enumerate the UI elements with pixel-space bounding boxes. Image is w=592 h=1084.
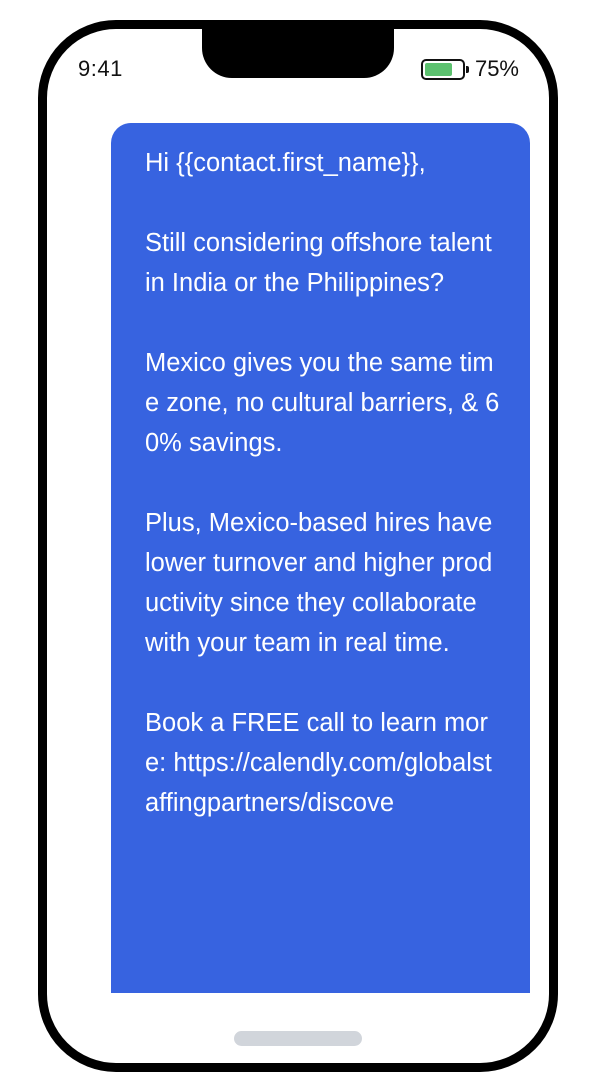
message-paragraph: Still considering offshore talent in Ind…: [145, 229, 492, 297]
status-time: 9:41: [78, 56, 123, 81]
battery-fill: [424, 62, 452, 76]
home-indicator[interactable]: [234, 1031, 362, 1046]
battery-status: 75%: [420, 56, 519, 82]
battery-icon: [420, 58, 469, 80]
battery-percent: 75%: [474, 56, 519, 81]
message-greeting: Hi {{contact.first_name}},: [145, 149, 426, 177]
notch: [202, 29, 394, 78]
message-bubble: Hi {{contact.first_name}}, Still conside…: [111, 123, 530, 993]
phone-frame: 9:41 75% Hi {{contact.first_name}}, Stil…: [38, 20, 558, 1072]
message-paragraph: Mexico gives you the same time zone, no …: [145, 349, 500, 457]
message-link-paragraph[interactable]: Book a FREE call to learn more: https://…: [145, 703, 502, 823]
message-paragraph: Plus, Mexico-based hires have lower turn…: [145, 509, 493, 657]
